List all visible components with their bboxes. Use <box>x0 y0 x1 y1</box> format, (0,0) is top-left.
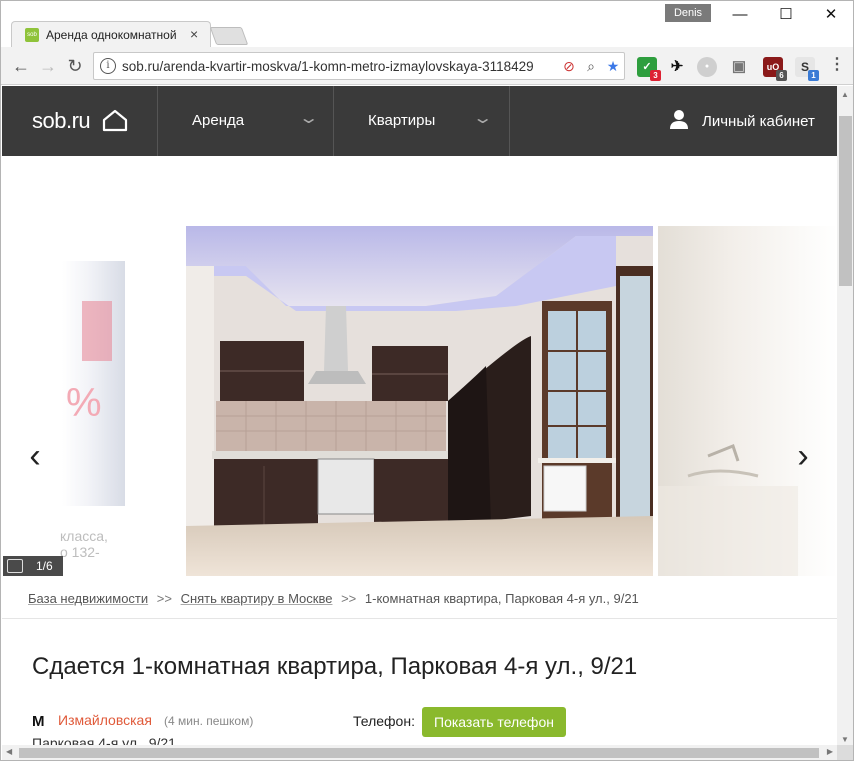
header-divider <box>509 86 510 156</box>
tab-close-icon[interactable]: × <box>190 26 198 42</box>
photo-counter: 1/6 <box>3 556 63 576</box>
profile-name-badge[interactable]: Denis <box>665 4 711 22</box>
next-slide-image[interactable] <box>658 226 837 576</box>
house-logo-icon <box>102 109 128 132</box>
extension-badge: 1 <box>808 70 819 81</box>
nav-apartments[interactable]: Квартиры <box>368 112 435 129</box>
breadcrumb-separator: >> <box>156 591 172 606</box>
circle-extension-icon[interactable]: ● <box>697 57 717 77</box>
scroll-left-icon[interactable]: ◀ <box>6 747 12 756</box>
breadcrumb-current: 1-комнатная квартира, Парковая 4-я ул., … <box>364 591 639 606</box>
zoom-icon[interactable]: ⌕ <box>582 57 600 75</box>
scroll-down-icon[interactable]: ▼ <box>841 735 849 744</box>
previous-slide-caption: класса, о 132- <box>60 528 108 560</box>
metro-station-link[interactable]: Измайловская <box>58 712 152 728</box>
site-header: sob.ru Аренда ⌄ Квартиры ⌄ Личный кабине… <box>2 86 837 156</box>
reload-button[interactable]: ↻ <box>64 55 86 77</box>
promo-percent-text: % <box>66 381 102 425</box>
header-divider <box>157 86 158 156</box>
scrollbar-thumb[interactable] <box>19 748 819 758</box>
kitchen-photo <box>186 226 653 576</box>
phone-label: Телефон: <box>353 713 415 729</box>
menu-icon[interactable]: ⋮ <box>827 57 847 77</box>
s-extension-icon[interactable]: S1 <box>795 57 819 81</box>
site-logo[interactable]: sob.ru <box>32 108 91 134</box>
close-window-button[interactable]: ✕ <box>816 5 846 25</box>
vertical-scrollbar[interactable]: ▲ ▼ <box>837 86 853 746</box>
new-tab-button[interactable] <box>209 27 249 45</box>
blocked-content-icon[interactable]: ⊘ <box>560 57 578 75</box>
header-divider <box>333 86 334 156</box>
checklist-extension-icon[interactable]: ✓ 3 <box>637 57 661 81</box>
photos-icon <box>7 559 23 573</box>
ublock-extension-icon[interactable]: uO 6 <box>763 57 787 81</box>
site-favicon-icon: sob <box>25 28 39 42</box>
breadcrumb: База недвижимости >> Снять квартиру в Мо… <box>28 591 639 606</box>
previous-slide-image[interactable]: % <box>62 261 125 506</box>
breadcrumb-separator: >> <box>341 591 357 606</box>
show-phone-button[interactable]: Показать телефон <box>422 707 566 737</box>
walk-time: (4 мин. пешком) <box>164 714 254 728</box>
tab-title: Аренда однокомнатной <box>46 28 177 42</box>
photo-counter-text: 1/6 <box>36 559 53 573</box>
promo-graphic <box>82 301 112 361</box>
user-icon <box>670 110 688 129</box>
chevron-down-icon[interactable]: ⌄ <box>298 108 319 128</box>
main-photo-kitchen[interactable] <box>186 226 653 576</box>
title-bar: sob Аренда однокомнатной × Denis — ☐ ✕ <box>1 1 853 47</box>
breadcrumb-link[interactable]: База недвижимости <box>28 591 148 606</box>
chevron-down-icon[interactable]: ⌄ <box>472 108 493 128</box>
bookmark-star-icon[interactable]: ★ <box>604 57 622 75</box>
photo-gallery: % класса, о 132- ‹ › 1/6 <box>2 156 837 576</box>
bathroom-photo <box>658 444 798 576</box>
page-title: Сдается 1-комнатная квартира, Парковая 4… <box>32 653 638 680</box>
scroll-right-icon[interactable]: ▶ <box>827 747 833 756</box>
extension-badge: 3 <box>650 70 661 81</box>
browser-tab[interactable]: sob Аренда однокомнатной × <box>11 21 211 47</box>
breadcrumb-link[interactable]: Снять квартиру в Москве <box>181 591 333 606</box>
address-bar[interactable]: i sob.ru/arenda-kvartir-moskva/1-komn-me… <box>93 52 625 80</box>
minimize-button[interactable]: — <box>725 5 755 25</box>
browser-window: sob Аренда однокомнатной × Denis — ☐ ✕ ←… <box>0 0 854 761</box>
back-button[interactable]: ← <box>10 55 32 77</box>
gallery-next-arrow-icon[interactable]: › <box>788 436 818 476</box>
metro-icon: M <box>32 713 45 730</box>
nav-rent[interactable]: Аренда <box>192 112 244 129</box>
horizontal-scrollbar[interactable]: ◀ ▶ <box>2 745 837 760</box>
scrollbar-thumb[interactable] <box>839 116 852 286</box>
personal-cabinet-link[interactable]: Личный кабинет <box>702 113 815 130</box>
extension-badge: 6 <box>776 70 787 81</box>
scrollbar-corner <box>837 745 853 760</box>
gallery-prev-arrow-icon[interactable]: ‹ <box>20 436 50 476</box>
url-text[interactable]: sob.ru/arenda-kvartir-moskva/1-komn-metr… <box>122 59 554 74</box>
bird-extension-icon[interactable]: ✈ <box>667 57 687 77</box>
scroll-up-icon[interactable]: ▲ <box>841 90 849 99</box>
divider <box>2 618 837 619</box>
site-info-icon[interactable]: i <box>100 58 116 74</box>
forward-button[interactable]: → <box>37 55 59 77</box>
browser-toolbar: ← → ↻ i sob.ru/arenda-kvartir-moskva/1-k… <box>1 47 853 85</box>
maximize-button[interactable]: ☐ <box>771 5 801 25</box>
camera-extension-icon[interactable]: ▣ <box>729 57 749 77</box>
